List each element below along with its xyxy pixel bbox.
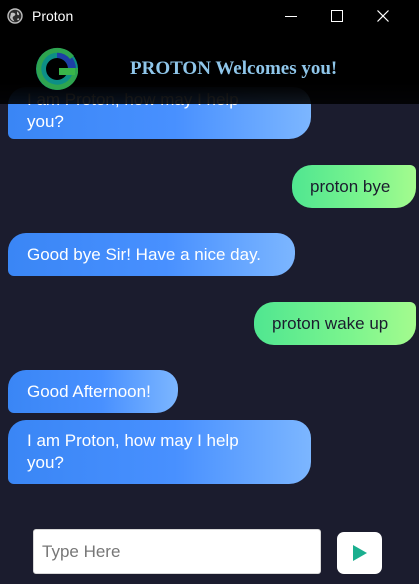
- chat-app: I am Proton, how may I help you? proton …: [0, 32, 419, 584]
- page-title: PROTON Welcomes you!: [130, 58, 338, 79]
- message-line: I am Proton, how may I help: [27, 431, 239, 450]
- user-message: proton wake up: [254, 302, 416, 345]
- window-title-bar: Proton: [0, 0, 419, 32]
- close-button[interactable]: [360, 0, 406, 32]
- bot-message: Good bye Sir! Have a nice day.: [8, 233, 295, 276]
- app-header: PROTON Welcomes you!: [0, 32, 419, 104]
- g-logo-icon: [36, 47, 78, 90]
- minimize-icon: [285, 16, 297, 17]
- globe-icon: [7, 8, 23, 24]
- play-triangle-icon: [353, 545, 367, 561]
- message-text: Good Afternoon!: [27, 382, 151, 401]
- send-button[interactable]: [337, 532, 382, 574]
- chat-area[interactable]: I am Proton, how may I help you? proton …: [0, 32, 419, 532]
- message-text: proton wake up: [272, 314, 389, 333]
- message-text: proton bye: [310, 177, 391, 196]
- window-title: Proton: [32, 8, 74, 24]
- user-message: proton bye: [292, 165, 416, 208]
- message-text: Good bye Sir! Have a nice day.: [27, 245, 262, 264]
- maximize-button[interactable]: [314, 0, 360, 32]
- close-icon: [377, 10, 389, 22]
- maximize-icon: [331, 10, 343, 22]
- minimize-button[interactable]: [268, 0, 314, 32]
- message-line: you?: [27, 112, 64, 131]
- message-line: you?: [27, 453, 64, 472]
- bot-message: I am Proton, how may I help you?: [8, 420, 311, 484]
- bot-message: Good Afternoon!: [8, 370, 178, 413]
- message-input[interactable]: [34, 530, 320, 573]
- message-input-box[interactable]: [33, 529, 321, 574]
